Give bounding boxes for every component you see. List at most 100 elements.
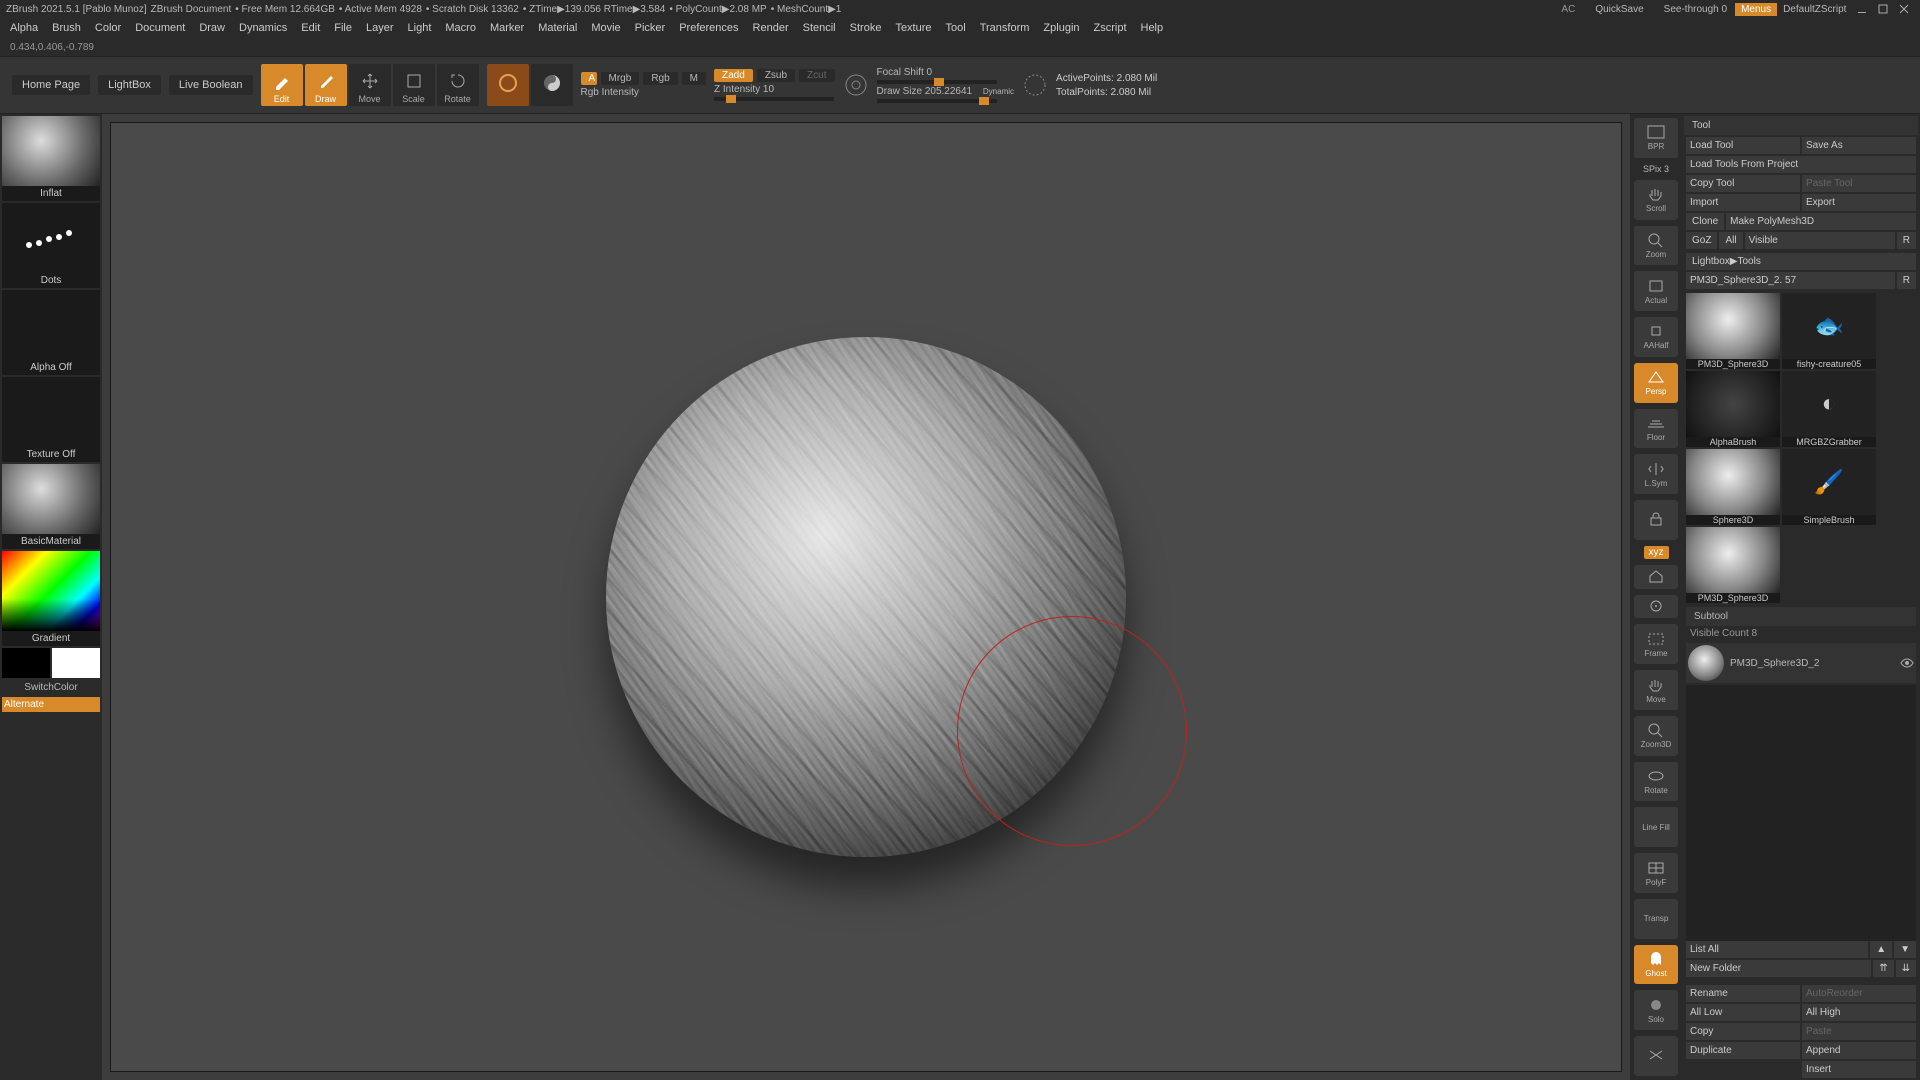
- m-button[interactable]: M: [682, 72, 706, 85]
- scale-mode-button[interactable]: Scale: [393, 64, 435, 106]
- mrgb-button[interactable]: Mrgb: [601, 72, 640, 85]
- seethrough-slider[interactable]: See-through 0: [1664, 4, 1727, 15]
- menu-marker[interactable]: Marker: [490, 22, 524, 34]
- rotate-mode-button[interactable]: Rotate: [437, 64, 479, 106]
- min-icon[interactable]: [1856, 3, 1868, 15]
- lightbox-button[interactable]: LightBox: [98, 75, 161, 95]
- list-all-button[interactable]: List All: [1686, 941, 1868, 958]
- drawsize-slider[interactable]: [877, 99, 997, 103]
- load-tool-button[interactable]: Load Tool: [1686, 137, 1800, 154]
- paste-button[interactable]: Paste: [1802, 1023, 1916, 1040]
- menu-movie[interactable]: Movie: [591, 22, 620, 34]
- current-tool-label[interactable]: PM3D_Sphere3D_2. 57: [1686, 272, 1895, 289]
- actual-button[interactable]: Actual: [1634, 271, 1678, 311]
- make-polymesh-button[interactable]: Make PolyMesh3D: [1726, 213, 1916, 230]
- insert-button[interactable]: Insert: [1802, 1061, 1916, 1078]
- menu-zplugin[interactable]: Zplugin: [1043, 22, 1079, 34]
- menu-draw[interactable]: Draw: [199, 22, 225, 34]
- zcut-button[interactable]: Zcut: [799, 69, 834, 82]
- menu-color[interactable]: Color: [95, 22, 121, 34]
- menu-edit[interactable]: Edit: [301, 22, 320, 34]
- export-button[interactable]: Export: [1802, 194, 1916, 211]
- down-arrow-button[interactable]: ▼: [1894, 941, 1916, 958]
- save-as-button[interactable]: Save As: [1802, 137, 1916, 154]
- append-button[interactable]: Append: [1802, 1042, 1916, 1059]
- viewport-canvas[interactable]: [110, 122, 1622, 1072]
- copy-button[interactable]: Copy: [1686, 1023, 1800, 1040]
- goz-button[interactable]: GoZ: [1686, 232, 1717, 249]
- target-button[interactable]: [1634, 595, 1678, 619]
- draw-mode-button[interactable]: Draw: [305, 64, 347, 106]
- persp-button[interactable]: Persp: [1634, 363, 1678, 403]
- load-project-button[interactable]: Load Tools From Project: [1686, 156, 1916, 173]
- quicksave-button[interactable]: QuickSave: [1595, 4, 1643, 15]
- alternate-button[interactable]: Alternate: [2, 697, 100, 712]
- alpha-slot[interactable]: Alpha Off: [2, 290, 100, 375]
- menu-tool[interactable]: Tool: [946, 22, 966, 34]
- home-page-button[interactable]: Home Page: [12, 75, 90, 95]
- material-slot[interactable]: BasicMaterial: [2, 464, 100, 549]
- menu-brush[interactable]: Brush: [52, 22, 81, 34]
- texture-slot[interactable]: Texture Off: [2, 377, 100, 462]
- menu-alpha[interactable]: Alpha: [10, 22, 38, 34]
- goz-visible-button[interactable]: Visible: [1745, 232, 1895, 249]
- menu-material[interactable]: Material: [538, 22, 577, 34]
- r-button[interactable]: R: [1897, 272, 1916, 289]
- zadd-button[interactable]: Zadd: [714, 69, 753, 82]
- rename-button[interactable]: Rename: [1686, 985, 1800, 1002]
- tool-thumb[interactable]: AlphaBrush: [1686, 371, 1780, 447]
- floor-button[interactable]: Floor: [1634, 409, 1678, 449]
- max-icon[interactable]: [1877, 3, 1889, 15]
- home-icon-button[interactable]: [1634, 565, 1678, 589]
- menu-render[interactable]: Render: [753, 22, 789, 34]
- import-button[interactable]: Import: [1686, 194, 1800, 211]
- goz-all-button[interactable]: All: [1719, 232, 1742, 249]
- new-folder-button[interactable]: New Folder: [1686, 960, 1871, 977]
- menu-document[interactable]: Document: [135, 22, 185, 34]
- zoom-button[interactable]: Zoom: [1634, 226, 1678, 266]
- xpolish-button[interactable]: [1634, 1036, 1678, 1076]
- zsub-button[interactable]: Zsub: [757, 69, 795, 82]
- menu-zscript[interactable]: Zscript: [1094, 22, 1127, 34]
- menu-dynamics[interactable]: Dynamics: [239, 22, 287, 34]
- polyf-button[interactable]: PolyF: [1634, 853, 1678, 893]
- a-toggle[interactable]: A: [581, 72, 597, 85]
- up-arrow-button[interactable]: ▲: [1870, 941, 1892, 958]
- zoom3d-button[interactable]: Zoom3D: [1634, 716, 1678, 756]
- tool-thumb[interactable]: PM3D_Sphere3D: [1686, 293, 1780, 369]
- menu-help[interactable]: Help: [1141, 22, 1164, 34]
- edit-mode-button[interactable]: Edit: [261, 64, 303, 106]
- switch-color[interactable]: [2, 648, 100, 678]
- frame-button[interactable]: Frame: [1634, 624, 1678, 664]
- focal-slider[interactable]: [877, 80, 997, 84]
- tool-thumb[interactable]: PM3D_Sphere3D: [1686, 527, 1780, 603]
- menu-texture[interactable]: Texture: [895, 22, 931, 34]
- tool-thumb[interactable]: ◐MRGBZGrabber: [1782, 371, 1876, 447]
- all-high-button[interactable]: All High: [1802, 1004, 1916, 1021]
- menu-file[interactable]: File: [334, 22, 352, 34]
- rotate3d-button[interactable]: Rotate: [1634, 762, 1678, 802]
- menu-stencil[interactable]: Stencil: [803, 22, 836, 34]
- subtool-item[interactable]: PM3D_Sphere3D_2: [1686, 643, 1916, 683]
- live-boolean-button[interactable]: Live Boolean: [169, 75, 253, 95]
- close-icon[interactable]: [1898, 3, 1910, 15]
- paste-tool-button[interactable]: Paste Tool: [1802, 175, 1916, 192]
- subtool-header[interactable]: Subtool: [1686, 607, 1916, 626]
- goz-r-button[interactable]: R: [1897, 232, 1916, 249]
- duplicate-button[interactable]: Duplicate: [1686, 1042, 1800, 1059]
- menu-layer[interactable]: Layer: [366, 22, 394, 34]
- gizmo-button[interactable]: [487, 64, 529, 106]
- ghost-button[interactable]: Ghost: [1634, 945, 1678, 985]
- dynamic-label[interactable]: Dynamic: [983, 87, 1014, 96]
- lightbox-tools-button[interactable]: Lightbox▶Tools: [1686, 253, 1916, 270]
- brush-slot[interactable]: Inflat: [2, 116, 100, 201]
- tool-thumb[interactable]: Sphere3D: [1686, 449, 1780, 525]
- lock-button[interactable]: [1634, 500, 1678, 540]
- aahalf-button[interactable]: AAHalf: [1634, 317, 1678, 357]
- menu-preferences[interactable]: Preferences: [679, 22, 738, 34]
- menu-picker[interactable]: Picker: [635, 22, 666, 34]
- zscript-label[interactable]: DefaultZScript: [1783, 4, 1846, 15]
- eye-icon[interactable]: [1900, 656, 1914, 670]
- all-low-button[interactable]: All Low: [1686, 1004, 1800, 1021]
- solo-button[interactable]: Solo: [1634, 990, 1678, 1030]
